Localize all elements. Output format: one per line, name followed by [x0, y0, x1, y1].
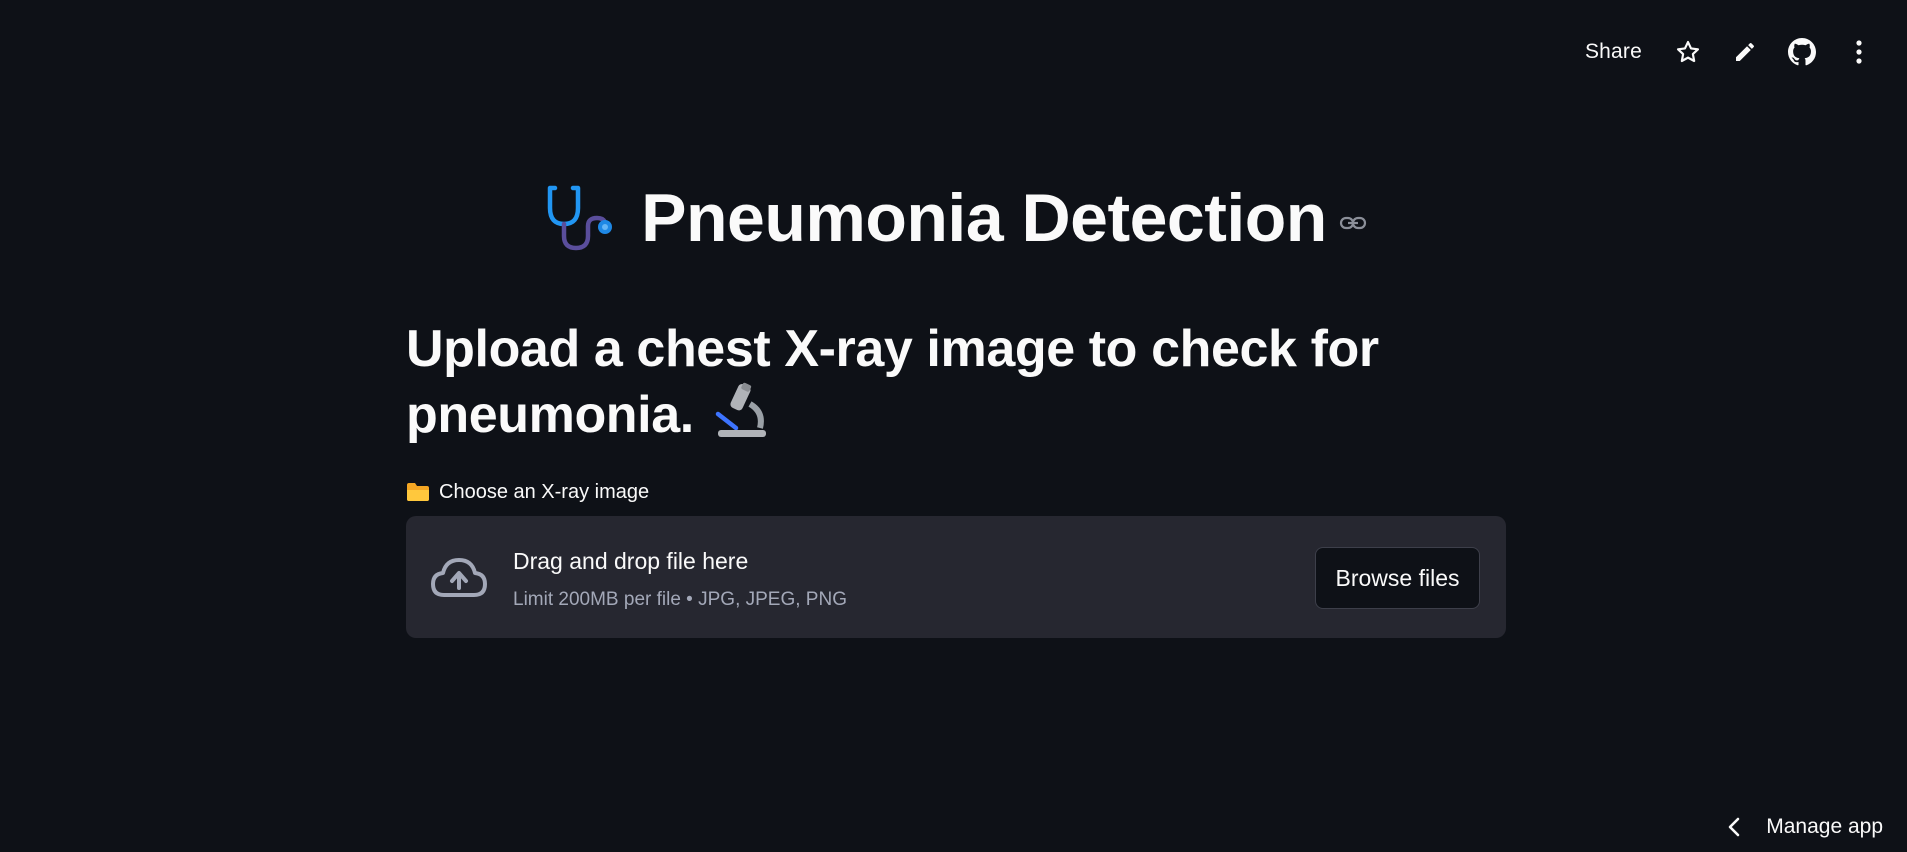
cloud-upload-icon: [431, 558, 487, 597]
microscope-icon: [715, 382, 766, 437]
subheading-text: Upload a chest X-ray image to check for …: [406, 320, 1379, 444]
top-toolbar: Share: [1585, 34, 1877, 70]
uploader-label-text: Choose an X-ray image: [439, 480, 650, 503]
uploader-label: Choose an X-ray image: [406, 478, 1506, 506]
pencil-icon: [1736, 42, 1754, 61]
file-dropzone[interactable]: Drag and drop file here Limit 200MB per …: [406, 516, 1506, 638]
star-button[interactable]: [1670, 34, 1706, 70]
main-content: Pneumonia Detection Upload a chest X-ray…: [406, 170, 1506, 638]
dropzone-title: Drag and drop file here: [513, 548, 749, 574]
stethoscope-icon: [547, 185, 613, 251]
manage-app-button[interactable]: Manage app: [1728, 812, 1883, 842]
edit-button[interactable]: [1727, 34, 1763, 70]
subheading: Upload a chest X-ray image to check for …: [406, 316, 1506, 448]
browse-files-button[interactable]: Browse files: [1315, 547, 1480, 609]
kebab-menu-icon: [1856, 40, 1862, 64]
manage-app-label: Manage app: [1766, 815, 1883, 838]
chevron-left-icon: [1728, 817, 1740, 837]
title-row: Pneumonia Detection: [406, 170, 1506, 266]
main-menu-button[interactable]: [1841, 34, 1877, 70]
github-icon: [1788, 38, 1816, 66]
link-icon[interactable]: [1339, 215, 1367, 231]
star-icon: [1676, 40, 1700, 63]
github-button[interactable]: [1784, 34, 1820, 70]
folder-icon: [407, 483, 429, 501]
dropzone-limit-text: Limit 200MB per file • JPG, JPEG, PNG: [513, 589, 847, 610]
page-title: Pneumonia Detection: [641, 180, 1327, 256]
share-button[interactable]: Share: [1585, 40, 1642, 64]
